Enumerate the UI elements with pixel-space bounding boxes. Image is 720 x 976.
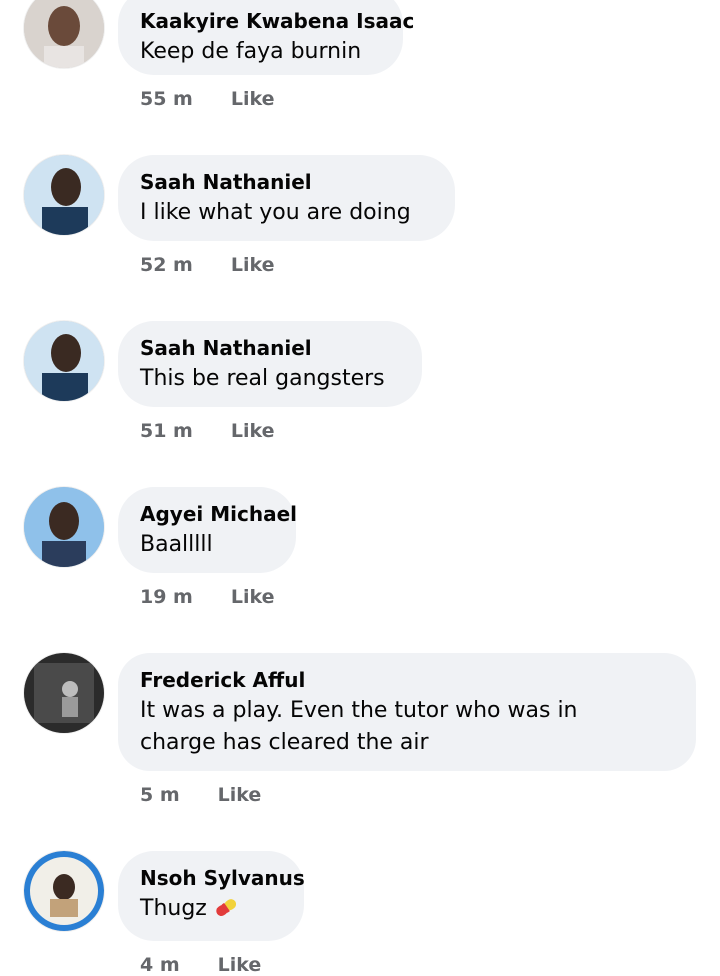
comment-timestamp[interactable]: 5 m [140, 784, 180, 806]
comment-bubble[interactable]: Nsoh Sylvanus Thugz [118, 851, 305, 941]
comment-text-content: Thugz [140, 896, 207, 921]
avatar[interactable] [24, 851, 104, 931]
commenter-name[interactable]: Nsoh Sylvanus [140, 863, 305, 893]
avatar[interactable] [24, 653, 104, 733]
comment-meta: 51 m Like [140, 420, 275, 442]
comment-bubble[interactable]: Saah Nathaniel This be real gangsters [118, 321, 422, 407]
comment-text: Thugz [140, 893, 280, 929]
comment-timestamp[interactable]: 51 m [140, 420, 193, 442]
comment-bubble[interactable]: Agyei Michael Baalllll [118, 487, 297, 573]
comment-bubble[interactable]: Saah Nathaniel I like what you are doing [118, 155, 455, 241]
commenter-name[interactable]: Kaakyire Kwabena Isaac [140, 6, 414, 36]
comment-bubble[interactable]: Kaakyire Kwabena Isaac Keep de faya burn… [118, 0, 414, 75]
comment-text: I like what you are doing [140, 200, 411, 225]
commenter-name[interactable]: Frederick Afful [140, 665, 672, 695]
like-button[interactable]: Like [218, 784, 262, 806]
like-button[interactable]: Like [231, 254, 275, 276]
comment-timestamp[interactable]: 52 m [140, 254, 193, 276]
comment-meta: 4 m Like [140, 954, 261, 976]
comment-timestamp[interactable]: 4 m [140, 954, 180, 976]
like-button[interactable]: Like [218, 954, 262, 976]
comment-text: It was a play. Even the tutor who was in… [140, 698, 578, 755]
pill-icon [213, 895, 241, 929]
avatar[interactable] [24, 155, 104, 235]
comment-text: This be real gangsters [140, 366, 385, 391]
comment-meta: 52 m Like [140, 254, 275, 276]
avatar[interactable] [24, 0, 104, 68]
comment-bubble[interactable]: Frederick Afful It was a play. Even the … [118, 653, 696, 771]
commenter-name[interactable]: Saah Nathaniel [140, 333, 398, 363]
comment-text: Baalllll [140, 532, 213, 557]
commenter-name[interactable]: Agyei Michael [140, 499, 297, 529]
like-button[interactable]: Like [231, 88, 275, 110]
like-button[interactable]: Like [231, 586, 275, 608]
comment-timestamp[interactable]: 55 m [140, 88, 193, 110]
comment-meta: 55 m Like [140, 88, 275, 110]
avatar[interactable] [24, 487, 104, 567]
comment-meta: 5 m Like [140, 784, 261, 806]
avatar[interactable] [24, 321, 104, 401]
comment-text: Keep de faya burnin [140, 39, 362, 64]
comment-meta: 19 m Like [140, 586, 275, 608]
comment-timestamp[interactable]: 19 m [140, 586, 193, 608]
commenter-name[interactable]: Saah Nathaniel [140, 167, 431, 197]
like-button[interactable]: Like [231, 420, 275, 442]
